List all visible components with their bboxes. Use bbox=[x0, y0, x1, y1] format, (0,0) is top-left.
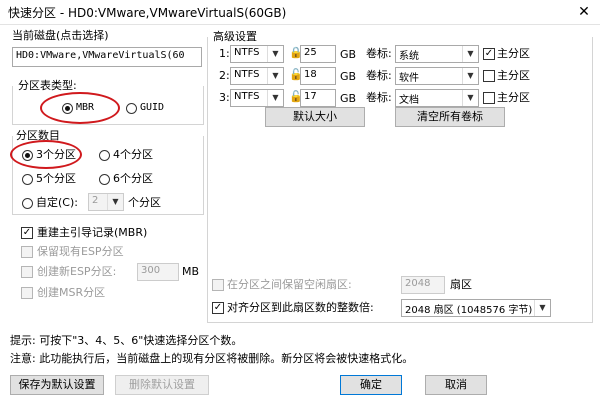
six-partitions-radio[interactable] bbox=[99, 174, 110, 185]
row1-label-text: 卷标: bbox=[366, 47, 392, 60]
row1-volume-label-select[interactable]: 系统 ▼ bbox=[395, 45, 479, 63]
custom-count-select[interactable]: 2 ▼ bbox=[88, 193, 124, 211]
chevron-down-icon: ▼ bbox=[107, 194, 123, 210]
esp-size-unit: MB bbox=[182, 265, 200, 278]
cancel-button[interactable]: 取消 bbox=[425, 375, 487, 395]
row1-primary-label: 主分区 bbox=[497, 47, 530, 60]
chevron-down-icon: ▼ bbox=[534, 300, 550, 316]
row3-fs-select[interactable]: NTFS ▼ bbox=[230, 89, 284, 107]
row3-size-unit: GB bbox=[340, 92, 357, 105]
row3-volume-label-select[interactable]: 文档 ▼ bbox=[395, 89, 479, 107]
row1-size-input[interactable]: 25 bbox=[300, 45, 336, 63]
row2-index: 2: bbox=[219, 69, 230, 82]
three-partitions-annotation-circle bbox=[10, 140, 82, 169]
row2-size-unit: GB bbox=[340, 70, 357, 83]
close-icon[interactable]: ✕ bbox=[574, 2, 594, 22]
keep-free-sectors-value: 2048 bbox=[405, 278, 431, 289]
hint-text: 提示: 可按下"3、4、5、6"快速选择分区个数。 bbox=[10, 334, 243, 347]
ok-button[interactable]: 确定 bbox=[340, 375, 402, 395]
default-size-button[interactable]: 默认大小 bbox=[265, 107, 365, 127]
chevron-down-icon: ▼ bbox=[267, 90, 283, 106]
row3-index: 3: bbox=[219, 91, 230, 104]
save-default-button[interactable]: 保存为默认设置 bbox=[10, 375, 104, 395]
current-disk-legend: 当前磁盘(点击选择) bbox=[12, 29, 109, 42]
custom-count-value: 2 bbox=[92, 195, 99, 206]
row3-fs-value: NTFS bbox=[234, 91, 260, 102]
chevron-down-icon: ▼ bbox=[462, 46, 478, 62]
chevron-down-icon: ▼ bbox=[462, 68, 478, 84]
mbr-annotation-circle bbox=[40, 92, 120, 124]
row2-label-text: 卷标: bbox=[366, 69, 392, 82]
align-sectors-value: 2048 扇区 (1048576 字节) bbox=[405, 305, 533, 316]
row2-volume-label-value: 软件 bbox=[399, 73, 419, 84]
esp-size-input[interactable]: 300 bbox=[137, 263, 179, 281]
align-sectors-select[interactable]: 2048 扇区 (1048576 字节) ▼ bbox=[401, 299, 551, 317]
guid-radio[interactable] bbox=[126, 103, 137, 114]
six-partitions-label: 6个分区 bbox=[113, 172, 153, 185]
create-esp-label: 创建新ESP分区: bbox=[37, 265, 117, 278]
five-partitions-radio[interactable] bbox=[22, 174, 33, 185]
row2-fs-value: NTFS bbox=[234, 69, 260, 80]
five-partitions-label: 5个分区 bbox=[36, 172, 76, 185]
row3-volume-label-value: 文档 bbox=[399, 95, 419, 106]
guid-label: GUID bbox=[140, 102, 165, 113]
chevron-down-icon: ▼ bbox=[267, 46, 283, 62]
clear-labels-button[interactable]: 清空所有卷标 bbox=[395, 107, 505, 127]
window-title: 快速分区 - HD0:VMware,VMwareVirtualS(60GB) bbox=[8, 6, 287, 20]
align-partitions-label: 对齐分区到此扇区数的整数倍: bbox=[227, 301, 374, 314]
custom-partitions-label: 自定(C): bbox=[36, 196, 78, 209]
current-disk-field[interactable]: HD0:VMware,VMwareVirtualS(60 bbox=[12, 47, 202, 67]
row2-size-input[interactable]: 18 bbox=[300, 67, 336, 85]
row2-primary-checkbox[interactable] bbox=[483, 70, 495, 82]
row3-size-value: 17 bbox=[304, 91, 317, 102]
rebuild-mbr-label: 重建主引导记录(MBR) bbox=[37, 226, 148, 239]
chevron-down-icon: ▼ bbox=[462, 90, 478, 106]
custom-partitions-radio[interactable] bbox=[22, 198, 33, 209]
title-bar: 快速分区 - HD0:VMware,VMwareVirtualS(60GB) ✕ bbox=[0, 0, 600, 25]
row3-label-text: 卷标: bbox=[366, 91, 392, 104]
align-partitions-checkbox[interactable]: ✓ bbox=[212, 302, 224, 314]
esp-size-value: 300 bbox=[141, 265, 161, 276]
keep-free-sectors-checkbox[interactable] bbox=[212, 279, 224, 291]
row2-size-value: 18 bbox=[304, 69, 317, 80]
row1-size-value: 25 bbox=[304, 47, 317, 58]
row2-primary-label: 主分区 bbox=[497, 69, 530, 82]
keep-free-sectors-input[interactable]: 2048 bbox=[401, 276, 445, 294]
delete-default-button[interactable]: 删除默认设置 bbox=[115, 375, 209, 395]
row1-fs-select[interactable]: NTFS ▼ bbox=[230, 45, 284, 63]
create-msr-checkbox[interactable] bbox=[21, 287, 33, 299]
create-msr-label: 创建MSR分区 bbox=[37, 286, 106, 299]
row2-volume-label-select[interactable]: 软件 ▼ bbox=[395, 67, 479, 85]
chevron-down-icon: ▼ bbox=[267, 68, 283, 84]
row2-fs-select[interactable]: NTFS ▼ bbox=[230, 67, 284, 85]
current-disk-value: HD0:VMware,VMwareVirtualS(60 bbox=[16, 50, 185, 61]
create-esp-checkbox[interactable] bbox=[21, 266, 33, 278]
row3-primary-label: 主分区 bbox=[497, 91, 530, 104]
keep-esp-label: 保留现有ESP分区 bbox=[37, 245, 124, 258]
warning-text: 注意: 此功能执行后，当前磁盘上的现有分区将被删除。新分区将会被快速格式化。 bbox=[10, 352, 414, 365]
four-partitions-radio[interactable] bbox=[99, 150, 110, 161]
row1-fs-value: NTFS bbox=[234, 47, 260, 58]
keep-free-sectors-label: 在分区之间保留空闲扇区: bbox=[227, 278, 352, 291]
row3-primary-checkbox[interactable] bbox=[483, 92, 495, 104]
row3-size-input[interactable]: 17 bbox=[300, 89, 336, 107]
keep-free-sectors-unit: 扇区 bbox=[450, 278, 472, 291]
rebuild-mbr-checkbox[interactable]: ✓ bbox=[21, 227, 33, 239]
row1-volume-label-value: 系统 bbox=[399, 51, 419, 62]
row1-size-unit: GB bbox=[340, 48, 357, 61]
row1-index: 1: bbox=[219, 47, 230, 60]
keep-esp-checkbox[interactable] bbox=[21, 246, 33, 258]
custom-count-unit: 个分区 bbox=[128, 196, 161, 209]
row1-primary-checkbox[interactable]: ✓ bbox=[483, 48, 495, 60]
four-partitions-label: 4个分区 bbox=[113, 148, 153, 161]
